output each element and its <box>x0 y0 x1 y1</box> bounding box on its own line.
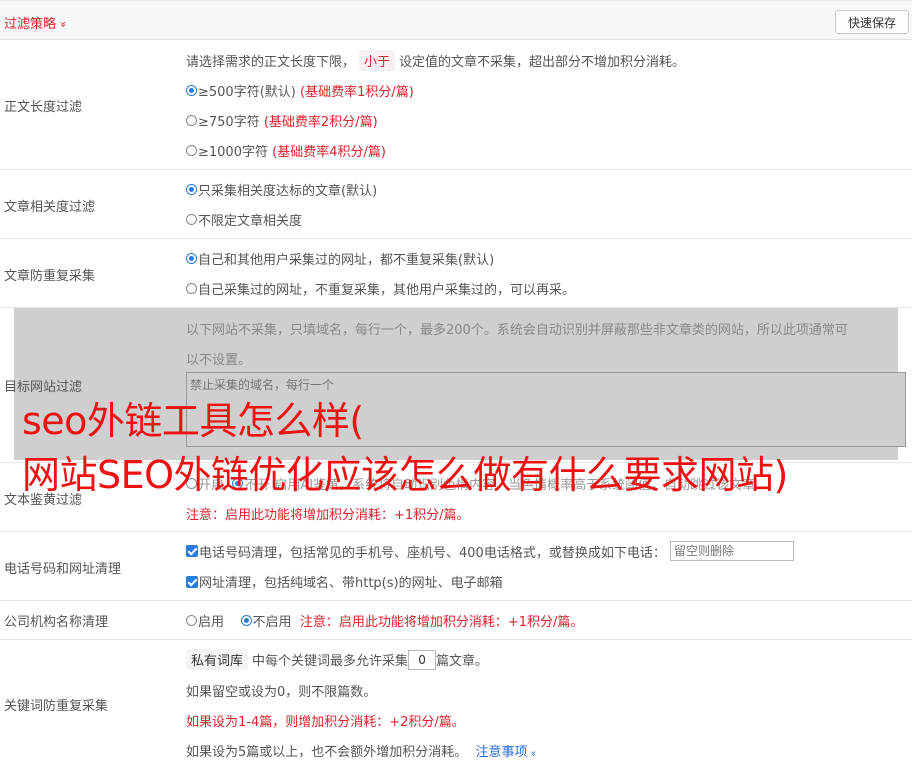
keyword-dedupe-row: 关键词防重复采集 私有词库中每个关键词最多允许采集 篇文章。 如果留空或设为0，则… <box>0 640 912 768</box>
relevance-option-qualified[interactable]: 只采集相关度达标的文章(默认) <box>186 180 377 199</box>
url-clean-option[interactable]: 网址清理，包括纯域名、带http(s)的网址、电子邮箱 <box>186 572 503 591</box>
radio-button[interactable] <box>186 214 197 225</box>
length-option-750[interactable]: ≥750字符 (基础费率2积分/篇) <box>186 111 378 130</box>
option-label: 电话号码清理，包括常见的手机号、座机号、400电话格式，或替换成如下电话： <box>199 545 666 561</box>
option-label: 不启用 <box>252 615 292 630</box>
option-label: 不限定文章相关度 <box>198 214 303 229</box>
watermark-title-line2: 网站SEO外链优化应该怎么做有什么要求网站) <box>22 453 788 497</box>
porn-filter-notice: 注意：启用此功能将增加积分消耗：+1积分/篇。 <box>186 504 470 523</box>
radio-button[interactable] <box>186 615 197 626</box>
chevron-down-icon: » <box>527 750 539 757</box>
phone-url-row: 电话号码和网址清理 电话号码清理，包括常见的手机号、座机号、400电话格式，或替… <box>0 532 912 601</box>
replacement-phone-input[interactable] <box>669 541 794 561</box>
watermark-title-line1: seo外链工具怎么样( <box>22 399 364 443</box>
relevance-filter-row: 文章相关度过滤 只采集相关度达标的文章(默认) 不限定文章相关度 <box>0 170 912 239</box>
length-option-500[interactable]: ≥500字符(默认) (基础费率1积分/篇) <box>186 81 414 100</box>
desc-text: 如果设为5篇或以上，也不会额外增加积分消耗。 <box>186 745 468 760</box>
private-lexicon-badge: 私有词库 <box>186 649 249 670</box>
option-note: (基础费率2积分/篇) <box>263 115 378 130</box>
desc-text: 以不设置。 <box>186 353 252 368</box>
dedupe-option-all[interactable]: 自己和其他用户采集过的网址，都不重复采集(默认) <box>186 249 494 268</box>
target-sites-desc-1: 以下网站不采集，只填域名，每行一个，最多200个。系统会自动识别并屏蔽那些非文章… <box>186 319 848 338</box>
desc-text: 如果设为1-4篇，则增加积分消耗：+2积分/篇。 <box>186 715 465 730</box>
keyword-rule-2: 如果设为1-4篇，则增加积分消耗：+2积分/篇。 <box>186 711 465 730</box>
dedupe-option-self[interactable]: 自己采集过的网址，不重复采集，其他用户采集过的，可以再采。 <box>186 279 575 298</box>
chevron-down-icon: » <box>56 21 70 28</box>
radio-button[interactable] <box>186 253 197 264</box>
radio-button[interactable] <box>186 85 197 96</box>
row-label: 公司机构名称清理 <box>4 615 109 630</box>
length-filter-desc: 请选择需求的正文长度下限， 小于 设定值的文章不采集，超出部分不增加积分消耗。 <box>186 50 685 71</box>
radio-button[interactable] <box>186 145 197 156</box>
row-label: 正文长度过滤 <box>4 100 83 115</box>
target-sites-desc-2: 以不设置。 <box>186 349 251 368</box>
radio-button[interactable] <box>186 184 197 195</box>
notes-link[interactable]: 注意事项» <box>476 741 539 760</box>
radio-button[interactable] <box>240 615 252 626</box>
length-filter-row: 正文长度过滤 请选择需求的正文长度下限， 小于 设定值的文章不采集，超出部分不增加积… <box>0 40 912 170</box>
max-articles-input[interactable] <box>408 649 437 670</box>
length-option-1000[interactable]: ≥1000字符 (基础费率4积分/篇) <box>186 141 386 160</box>
row-label: 文章防重复采集 <box>4 269 96 284</box>
desc-text: 篇文章。 <box>436 654 489 669</box>
company-row: 公司机构名称清理 启用 不启用 注意：启用此功能将增加积分消耗：+1积分/篇。 <box>0 601 912 640</box>
row-label: 关键词防重复采集 <box>4 699 109 714</box>
keyword-rule-3: 如果设为5篇或以上，也不会额外增加积分消耗。 注意事项» <box>186 741 539 760</box>
desc-text: 请选择需求的正文长度下限， <box>186 55 356 70</box>
row-label: 电话号码和网址清理 <box>4 562 122 577</box>
desc-text: 中每个关键词最多允许采集 <box>252 654 409 669</box>
radio-button[interactable] <box>186 283 197 294</box>
option-note: (基础费率4积分/篇) <box>272 145 386 160</box>
quick-save-button[interactable]: 快速保存 <box>835 10 909 34</box>
radio-button[interactable] <box>186 115 197 126</box>
desc-text: 以下网站不采集，只填域名，每行一个，最多200个。系统会自动识别并屏蔽那些非文章… <box>186 323 848 338</box>
keyword-limit-line: 私有词库中每个关键词最多允许采集 篇文章。 <box>186 649 488 670</box>
filter-strategy-header: 过滤策略» 快速保存 <box>0 0 912 40</box>
option-label: 只采集相关度达标的文章(默认) <box>198 184 378 199</box>
option-note: (基础费率1积分/篇) <box>300 85 414 100</box>
desc-text: 如果留空或设为0，则不限篇数。 <box>186 685 377 700</box>
notice-text: 注意：启用此功能将增加积分消耗：+1积分/篇。 <box>299 615 584 630</box>
option-label: ≥500字符(默认) <box>198 85 296 100</box>
relevance-option-any[interactable]: 不限定文章相关度 <box>186 210 302 229</box>
section-title[interactable]: 过滤策略» <box>4 13 70 32</box>
desc-text: 设定值的文章不采集，超出部分不增加积分消耗。 <box>399 55 686 70</box>
company-options: 启用 不启用 注意：启用此功能将增加积分消耗：+1积分/篇。 <box>186 611 583 630</box>
option-label: ≥750字符 <box>198 115 260 130</box>
option-label: 自己和其他用户采集过的网址，都不重复采集(默认) <box>198 253 495 268</box>
phone-clean-option[interactable]: 电话号码清理，包括常见的手机号、座机号、400电话格式，或替换成如下电话： <box>186 541 794 561</box>
option-label: 启用 <box>198 615 225 630</box>
checkbox[interactable] <box>186 575 198 588</box>
checkbox[interactable] <box>186 545 198 557</box>
less-than-badge: 小于 <box>359 50 396 71</box>
keyword-rule-1: 如果留空或设为0，则不限篇数。 <box>186 681 376 700</box>
notice-text: 注意：启用此功能将增加积分消耗：+1积分/篇。 <box>186 508 470 523</box>
row-label: 文章相关度过滤 <box>4 200 96 215</box>
option-label: 自己采集过的网址，不重复采集，其他用户采集过的，可以再采。 <box>198 283 576 298</box>
option-label: ≥1000字符 <box>198 145 268 160</box>
dedupe-row: 文章防重复采集 自己和其他用户采集过的网址，都不重复采集(默认) 自己采集过的网… <box>0 239 912 308</box>
option-label: 网址清理，包括纯域名、带http(s)的网址、电子邮箱 <box>199 576 503 591</box>
